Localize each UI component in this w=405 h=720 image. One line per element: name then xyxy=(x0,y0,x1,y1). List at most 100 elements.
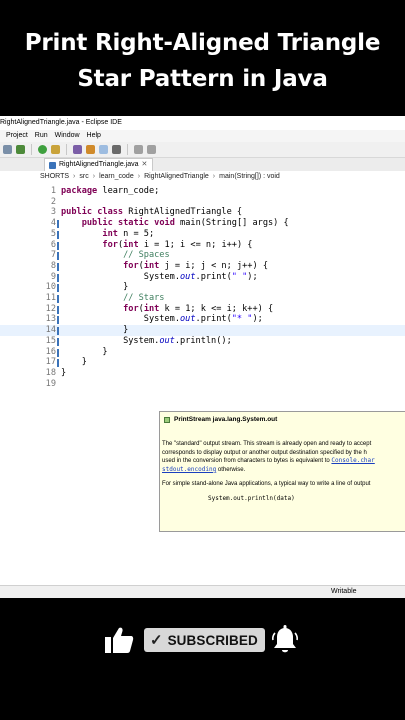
code-text: for(int j = i; j < n; j++) { xyxy=(123,260,268,271)
code-text: System.out.print(" "); xyxy=(61,271,258,282)
editor-tab-label: RightAlignedTriangle.java xyxy=(59,161,139,168)
code-line[interactable]: 1 package learn_code; xyxy=(0,186,405,197)
bell-icon[interactable] xyxy=(272,625,298,655)
line-number: 13 xyxy=(45,314,56,325)
eclipse-window: RightAlignedTriangle.java - Eclipse IDE … xyxy=(0,116,405,598)
menu-window[interactable]: Window xyxy=(55,130,80,142)
toolbar-separator xyxy=(66,144,67,155)
change-marker xyxy=(57,327,59,336)
change-marker xyxy=(57,316,59,325)
video-title: Print Right-Aligned Triangle Star Patter… xyxy=(0,0,405,116)
change-marker xyxy=(57,241,59,250)
stdout-encoding-link[interactable]: stdout.encoding xyxy=(162,466,216,473)
code-line[interactable]: 19 xyxy=(0,379,405,390)
code-text: package learn_code; xyxy=(61,186,160,196)
new-icon[interactable] xyxy=(3,145,12,154)
back-icon[interactable] xyxy=(134,145,143,154)
code-line[interactable]: 11 // Stars xyxy=(0,293,405,304)
debug-icon[interactable] xyxy=(16,145,25,154)
pin-icon[interactable] xyxy=(112,145,121,154)
code-editor[interactable]: 1 package learn_code; 2 3 public class Right… xyxy=(0,183,405,583)
menu-help[interactable]: Help xyxy=(87,130,101,142)
title-line-1: Print Right-Aligned Triangle xyxy=(24,30,381,56)
line-number: 11 xyxy=(45,293,56,303)
line-number: 4 xyxy=(50,218,56,229)
subscribe-bar: ✓ SUBSCRIBED xyxy=(0,598,405,720)
code-line[interactable]: 15 System.out.println(); xyxy=(0,336,405,347)
close-icon[interactable]: ✕ xyxy=(142,159,148,171)
code-line[interactable]: 2 xyxy=(0,197,405,208)
code-text: } xyxy=(61,346,108,357)
menu-run[interactable]: Run xyxy=(35,130,48,142)
toggle-mark-icon[interactable] xyxy=(99,145,108,154)
breadcrumb-src[interactable]: src xyxy=(79,171,88,183)
open-type-icon[interactable] xyxy=(86,145,95,154)
code-line[interactable]: 13 System.out.print("* "); xyxy=(0,314,405,325)
code-line[interactable]: 16 } xyxy=(0,347,405,358)
line-number: 9 xyxy=(50,271,56,282)
code-line[interactable]: 14 } xyxy=(0,325,405,336)
code-line[interactable]: 10 } xyxy=(0,282,405,293)
code-line[interactable]: 3 public class RightAlignedTriangle { xyxy=(0,207,405,218)
line-number: 2 xyxy=(50,196,56,207)
tooltip-title: PrintStream java.lang.System.out xyxy=(174,416,278,423)
subscribed-label: SUBSCRIBED xyxy=(167,632,258,648)
code-line[interactable]: 17 } xyxy=(0,357,405,368)
line-number: 10 xyxy=(45,282,56,293)
run-icon[interactable] xyxy=(38,145,47,154)
change-marker xyxy=(57,252,59,261)
code-text: public static void main(String[] args) { xyxy=(81,218,289,229)
tooltip-example-code: System.out.println(data) xyxy=(208,494,295,502)
code-line[interactable]: 9 System.out.print(" "); xyxy=(0,272,405,283)
line-number: 14 xyxy=(45,325,56,336)
tooltip-body: The "standard" output stream. This strea… xyxy=(162,440,405,504)
code-text: for(int k = 1; k <= i; k++) { xyxy=(123,303,274,314)
change-marker xyxy=(57,337,59,346)
new-class-icon[interactable] xyxy=(73,145,82,154)
code-text: System.out.println(); xyxy=(61,335,232,346)
breadcrumb: SHORTS › src › learn_code › RightAligned… xyxy=(0,171,405,183)
editor-tab[interactable]: RightAlignedTriangle.java ✕ xyxy=(44,158,154,171)
toolbar-separator xyxy=(127,144,128,155)
code-line[interactable]: 4 public static void main(String[] args)… xyxy=(0,218,405,229)
line-number: 19 xyxy=(45,378,56,389)
editor-tab-bar: RightAlignedTriangle.java ✕ xyxy=(0,158,405,171)
forward-icon[interactable] xyxy=(147,145,156,154)
change-marker xyxy=(57,295,59,303)
status-bar: Writable xyxy=(0,585,405,598)
thumbs-up-icon[interactable] xyxy=(104,626,134,654)
toolbar-separator xyxy=(31,144,32,155)
code-text: System.out.print("* "); xyxy=(61,314,263,325)
chevron-right-icon: › xyxy=(137,173,141,180)
code-line[interactable]: 8 for(int j = i; j < n; j++) { xyxy=(0,261,405,272)
code-line[interactable]: 6 for(int i = 1; i <= n; i++) { xyxy=(0,240,405,251)
java-file-icon xyxy=(49,161,56,169)
code-text: } xyxy=(61,282,129,293)
menu-project[interactable]: Project xyxy=(6,130,28,142)
change-marker xyxy=(57,348,59,357)
change-marker xyxy=(57,262,59,271)
menu-bar: Project Run Window Help xyxy=(0,130,405,142)
breadcrumb-package[interactable]: learn_code xyxy=(99,171,134,183)
field-icon xyxy=(164,416,170,423)
console-charset-link[interactable]: Console.char xyxy=(331,457,374,464)
tooltip-line: corresponds to display output or another… xyxy=(162,449,367,456)
code-line[interactable]: 12 for(int k = 1; k <= i; k++) { xyxy=(0,304,405,315)
breadcrumb-class[interactable]: RightAlignedTriangle xyxy=(144,171,209,183)
breadcrumb-method[interactable]: main(String[]) : void xyxy=(219,171,280,183)
tooltip-line: stdout.encoding otherwise. xyxy=(162,466,405,475)
code-line[interactable]: 18} xyxy=(0,368,405,379)
tooltip-header: PrintStream java.lang.System.out xyxy=(160,412,405,427)
code-line[interactable]: 5 int n = 5; xyxy=(0,229,405,240)
code-text: int n = 5; xyxy=(102,228,155,239)
subscribed-button[interactable]: ✓ SUBSCRIBED xyxy=(144,628,265,652)
change-marker xyxy=(57,284,59,293)
code-line[interactable]: 7 // Spaces xyxy=(0,250,405,261)
breadcrumb-project[interactable]: SHORTS xyxy=(40,171,69,183)
toolbar xyxy=(0,142,405,158)
external-tools-icon[interactable] xyxy=(51,145,60,154)
code-text: } xyxy=(61,325,129,336)
code-text: public class RightAlignedTriangle { xyxy=(61,207,243,218)
tooltip-line: used in the conversion from characters t… xyxy=(162,457,405,466)
line-number: 1 xyxy=(50,186,56,196)
